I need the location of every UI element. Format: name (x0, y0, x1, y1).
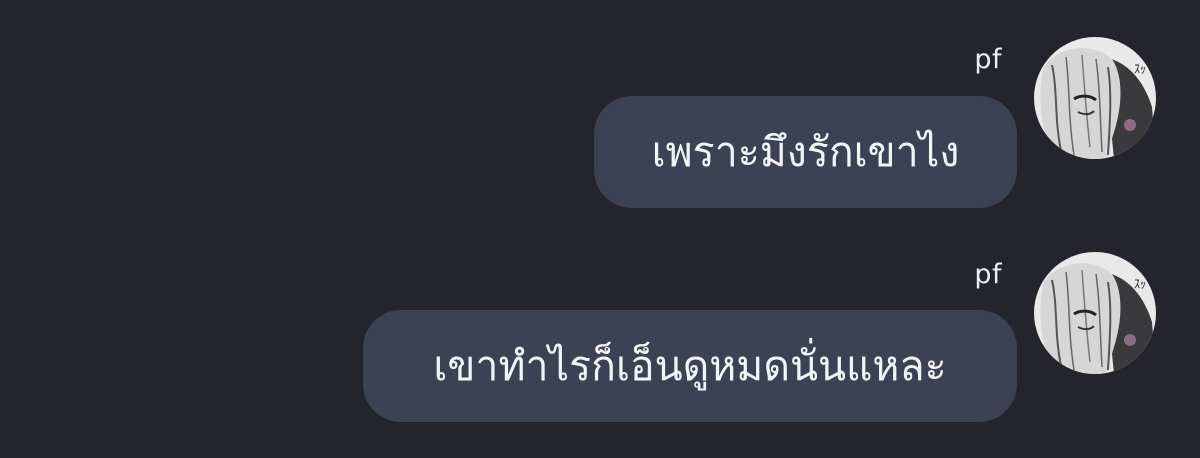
sender-name: pf (974, 44, 1002, 75)
avatar[interactable]: ｽｯ (1034, 37, 1156, 159)
anime-character-avatar-icon: ｽｯ (1034, 37, 1156, 159)
message-text: เขาทำไรก็เอ็นดูหมดนั่นแหละ (433, 341, 947, 390)
chat-thread: pf เพราะมึงรักเขาไง ｽｯ pf เขาทำไรก็เอ็นด… (0, 0, 1200, 458)
sender-name: pf (974, 259, 1002, 290)
message-bubble[interactable]: เพราะมึงรักเขาไง (594, 96, 1017, 208)
message-text: เพราะมึงรักเขาไง (651, 127, 960, 176)
avatar[interactable]: ｽｯ (1034, 252, 1156, 374)
anime-character-avatar-icon: ｽｯ (1034, 252, 1156, 374)
message-bubble[interactable]: เขาทำไรก็เอ็นดูหมดนั่นแหละ (363, 310, 1017, 422)
svg-text:ｽｯ: ｽｯ (1134, 62, 1146, 76)
svg-text:ｽｯ: ｽｯ (1134, 277, 1146, 291)
